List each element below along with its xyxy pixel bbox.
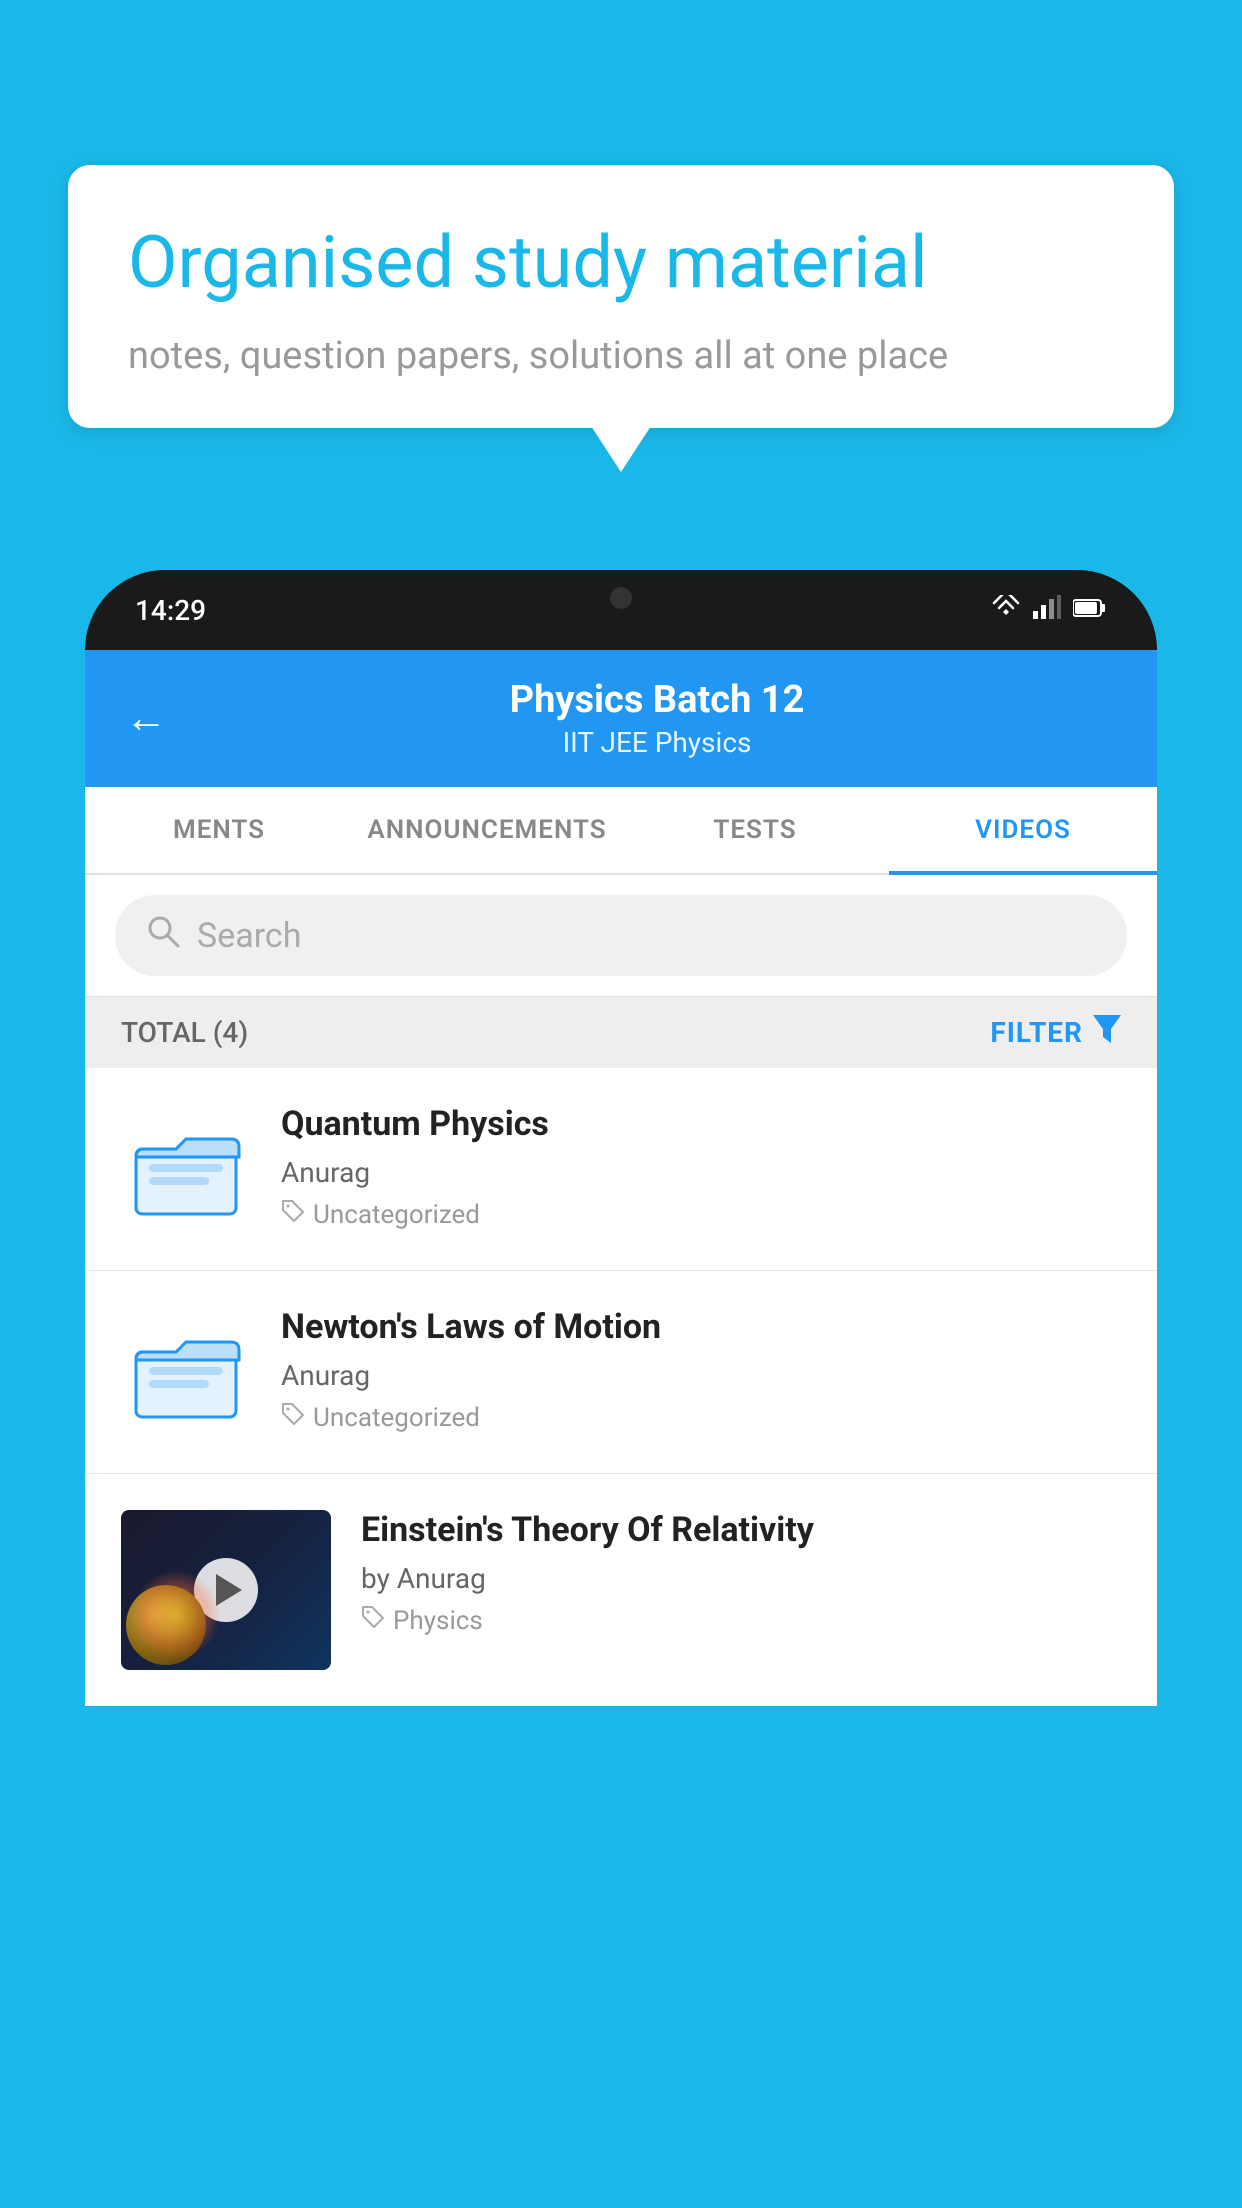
speech-bubble-title: Organised study material [128, 220, 1114, 306]
list-item[interactable]: Newton's Laws of Motion Anurag Uncategor… [85, 1271, 1157, 1474]
phone-notch [531, 570, 711, 625]
tag-icon-2 [281, 1402, 305, 1433]
video-thumb-1 [121, 1104, 251, 1234]
status-time: 14:29 [135, 594, 206, 627]
search-container: Search [85, 875, 1157, 997]
app-header: ← Physics Batch 12 IIT JEE Physics [85, 650, 1157, 787]
tab-tests[interactable]: TESTS [621, 787, 889, 873]
tab-videos[interactable]: VIDEOS [889, 787, 1157, 873]
video-title-1: Quantum Physics [281, 1104, 1121, 1144]
status-bar: 14:29 [85, 570, 1157, 650]
total-count: TOTAL (4) [121, 1016, 248, 1049]
list-item[interactable]: Einstein's Theory Of Relativity by Anura… [85, 1474, 1157, 1706]
header-title-group: Physics Batch 12 IIT JEE Physics [197, 678, 1117, 759]
video-author-1: Anurag [281, 1156, 1121, 1189]
tab-announcements[interactable]: ANNOUNCEMENTS [353, 787, 621, 873]
video-author-3: by Anurag [361, 1562, 1121, 1595]
play-triangle-icon [216, 1574, 242, 1606]
video-title-2: Newton's Laws of Motion [281, 1307, 1121, 1347]
video-info-1: Quantum Physics Anurag Uncategorized [281, 1104, 1121, 1230]
battery-icon [1073, 596, 1107, 624]
search-placeholder: Search [197, 916, 301, 956]
video-info-3: Einstein's Theory Of Relativity by Anura… [361, 1510, 1121, 1636]
header-title: Physics Batch 12 [197, 678, 1117, 722]
filter-label: FILTER [990, 1016, 1083, 1049]
filter-button[interactable]: FILTER [990, 1015, 1121, 1050]
video-list: Quantum Physics Anurag Uncategorized [85, 1068, 1157, 1706]
phone-container: 14:29 [85, 570, 1157, 2208]
tab-ments[interactable]: MENTS [85, 787, 353, 873]
phone-screen: ← Physics Batch 12 IIT JEE Physics MENTS… [85, 650, 1157, 1706]
header-subtitle: IIT JEE Physics [197, 726, 1117, 759]
back-button[interactable]: ← [125, 694, 167, 743]
video-author-2: Anurag [281, 1359, 1121, 1392]
tag-icon-3 [361, 1605, 385, 1636]
video-tag-text-1: Uncategorized [313, 1200, 480, 1230]
video-thumbnail-3 [121, 1510, 331, 1670]
list-item[interactable]: Quantum Physics Anurag Uncategorized [85, 1068, 1157, 1271]
wifi-icon [991, 595, 1021, 625]
filter-funnel-icon [1093, 1015, 1121, 1050]
video-tag-3: Physics [361, 1605, 1121, 1636]
camera-dot [610, 587, 632, 609]
glow-graphic [131, 1570, 221, 1660]
tag-icon-1 [281, 1199, 305, 1230]
speech-bubble: Organised study material notes, question… [68, 165, 1174, 428]
video-tag-1: Uncategorized [281, 1199, 1121, 1230]
tabs-bar: MENTS ANNOUNCEMENTS TESTS VIDEOS [85, 787, 1157, 875]
video-thumb-2 [121, 1307, 251, 1437]
search-icon [145, 913, 181, 958]
video-title-3: Einstein's Theory Of Relativity [361, 1510, 1121, 1550]
video-tag-2: Uncategorized [281, 1402, 1121, 1433]
filter-row: TOTAL (4) FILTER [85, 997, 1157, 1068]
phone-outer: 14:29 [85, 570, 1157, 1706]
speech-bubble-subtitle: notes, question papers, solutions all at… [128, 334, 1114, 378]
search-bar[interactable]: Search [115, 895, 1127, 976]
video-tag-text-2: Uncategorized [313, 1403, 480, 1433]
video-info-2: Newton's Laws of Motion Anurag Uncategor… [281, 1307, 1121, 1433]
video-tag-text-3: Physics [393, 1606, 483, 1636]
status-icons [991, 595, 1107, 625]
signal-icon [1033, 595, 1061, 625]
